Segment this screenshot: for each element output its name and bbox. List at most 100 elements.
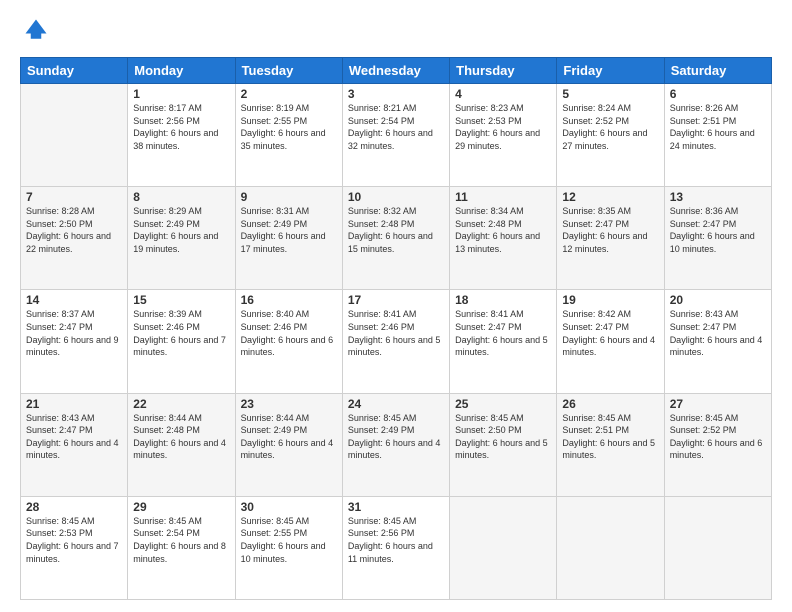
day-info: Sunrise: 8:45 AMSunset: 2:53 PMDaylight:… [26, 515, 122, 565]
calendar-week-3: 21Sunrise: 8:43 AMSunset: 2:47 PMDayligh… [21, 393, 772, 496]
calendar-cell: 25Sunrise: 8:45 AMSunset: 2:50 PMDayligh… [450, 393, 557, 496]
day-number: 4 [455, 87, 551, 101]
calendar-cell [664, 496, 771, 599]
day-number: 14 [26, 293, 122, 307]
header [20, 16, 772, 49]
calendar-cell: 30Sunrise: 8:45 AMSunset: 2:55 PMDayligh… [235, 496, 342, 599]
day-number: 24 [348, 397, 444, 411]
day-info: Sunrise: 8:32 AMSunset: 2:48 PMDaylight:… [348, 205, 444, 255]
col-header-friday: Friday [557, 58, 664, 84]
calendar-cell: 31Sunrise: 8:45 AMSunset: 2:56 PMDayligh… [342, 496, 449, 599]
day-number: 29 [133, 500, 229, 514]
day-number: 16 [241, 293, 337, 307]
day-number: 30 [241, 500, 337, 514]
day-info: Sunrise: 8:19 AMSunset: 2:55 PMDaylight:… [241, 102, 337, 152]
calendar-cell: 12Sunrise: 8:35 AMSunset: 2:47 PMDayligh… [557, 187, 664, 290]
day-number: 28 [26, 500, 122, 514]
col-header-wednesday: Wednesday [342, 58, 449, 84]
col-header-saturday: Saturday [664, 58, 771, 84]
calendar-cell: 28Sunrise: 8:45 AMSunset: 2:53 PMDayligh… [21, 496, 128, 599]
calendar-cell [450, 496, 557, 599]
calendar-cell: 19Sunrise: 8:42 AMSunset: 2:47 PMDayligh… [557, 290, 664, 393]
calendar-cell [21, 84, 128, 187]
calendar-week-0: 1Sunrise: 8:17 AMSunset: 2:56 PMDaylight… [21, 84, 772, 187]
day-info: Sunrise: 8:45 AMSunset: 2:54 PMDaylight:… [133, 515, 229, 565]
day-info: Sunrise: 8:45 AMSunset: 2:50 PMDaylight:… [455, 412, 551, 462]
day-number: 6 [670, 87, 766, 101]
calendar-cell: 29Sunrise: 8:45 AMSunset: 2:54 PMDayligh… [128, 496, 235, 599]
calendar-cell: 9Sunrise: 8:31 AMSunset: 2:49 PMDaylight… [235, 187, 342, 290]
day-info: Sunrise: 8:28 AMSunset: 2:50 PMDaylight:… [26, 205, 122, 255]
day-number: 5 [562, 87, 658, 101]
calendar-cell: 23Sunrise: 8:44 AMSunset: 2:49 PMDayligh… [235, 393, 342, 496]
day-number: 13 [670, 190, 766, 204]
page: SundayMondayTuesdayWednesdayThursdayFrid… [0, 0, 792, 612]
day-number: 15 [133, 293, 229, 307]
day-info: Sunrise: 8:42 AMSunset: 2:47 PMDaylight:… [562, 308, 658, 358]
calendar-cell: 8Sunrise: 8:29 AMSunset: 2:49 PMDaylight… [128, 187, 235, 290]
col-header-thursday: Thursday [450, 58, 557, 84]
day-info: Sunrise: 8:24 AMSunset: 2:52 PMDaylight:… [562, 102, 658, 152]
day-info: Sunrise: 8:29 AMSunset: 2:49 PMDaylight:… [133, 205, 229, 255]
calendar-cell: 10Sunrise: 8:32 AMSunset: 2:48 PMDayligh… [342, 187, 449, 290]
calendar-table: SundayMondayTuesdayWednesdayThursdayFrid… [20, 57, 772, 600]
calendar-cell: 6Sunrise: 8:26 AMSunset: 2:51 PMDaylight… [664, 84, 771, 187]
day-info: Sunrise: 8:36 AMSunset: 2:47 PMDaylight:… [670, 205, 766, 255]
day-info: Sunrise: 8:44 AMSunset: 2:49 PMDaylight:… [241, 412, 337, 462]
day-info: Sunrise: 8:45 AMSunset: 2:52 PMDaylight:… [670, 412, 766, 462]
day-info: Sunrise: 8:37 AMSunset: 2:47 PMDaylight:… [26, 308, 122, 358]
day-number: 25 [455, 397, 551, 411]
day-number: 19 [562, 293, 658, 307]
day-number: 26 [562, 397, 658, 411]
day-info: Sunrise: 8:31 AMSunset: 2:49 PMDaylight:… [241, 205, 337, 255]
day-info: Sunrise: 8:17 AMSunset: 2:56 PMDaylight:… [133, 102, 229, 152]
day-info: Sunrise: 8:45 AMSunset: 2:51 PMDaylight:… [562, 412, 658, 462]
calendar-cell: 27Sunrise: 8:45 AMSunset: 2:52 PMDayligh… [664, 393, 771, 496]
day-info: Sunrise: 8:45 AMSunset: 2:49 PMDaylight:… [348, 412, 444, 462]
calendar-cell: 5Sunrise: 8:24 AMSunset: 2:52 PMDaylight… [557, 84, 664, 187]
calendar-cell: 26Sunrise: 8:45 AMSunset: 2:51 PMDayligh… [557, 393, 664, 496]
calendar-cell: 13Sunrise: 8:36 AMSunset: 2:47 PMDayligh… [664, 187, 771, 290]
day-info: Sunrise: 8:34 AMSunset: 2:48 PMDaylight:… [455, 205, 551, 255]
day-number: 23 [241, 397, 337, 411]
calendar-cell: 20Sunrise: 8:43 AMSunset: 2:47 PMDayligh… [664, 290, 771, 393]
calendar-cell: 18Sunrise: 8:41 AMSunset: 2:47 PMDayligh… [450, 290, 557, 393]
day-number: 10 [348, 190, 444, 204]
day-number: 22 [133, 397, 229, 411]
calendar-week-2: 14Sunrise: 8:37 AMSunset: 2:47 PMDayligh… [21, 290, 772, 393]
calendar-cell: 21Sunrise: 8:43 AMSunset: 2:47 PMDayligh… [21, 393, 128, 496]
day-info: Sunrise: 8:45 AMSunset: 2:55 PMDaylight:… [241, 515, 337, 565]
day-info: Sunrise: 8:45 AMSunset: 2:56 PMDaylight:… [348, 515, 444, 565]
day-info: Sunrise: 8:23 AMSunset: 2:53 PMDaylight:… [455, 102, 551, 152]
day-info: Sunrise: 8:43 AMSunset: 2:47 PMDaylight:… [670, 308, 766, 358]
day-info: Sunrise: 8:41 AMSunset: 2:47 PMDaylight:… [455, 308, 551, 358]
day-number: 11 [455, 190, 551, 204]
calendar-cell: 17Sunrise: 8:41 AMSunset: 2:46 PMDayligh… [342, 290, 449, 393]
calendar-cell: 24Sunrise: 8:45 AMSunset: 2:49 PMDayligh… [342, 393, 449, 496]
day-info: Sunrise: 8:41 AMSunset: 2:46 PMDaylight:… [348, 308, 444, 358]
calendar-cell: 1Sunrise: 8:17 AMSunset: 2:56 PMDaylight… [128, 84, 235, 187]
calendar-week-4: 28Sunrise: 8:45 AMSunset: 2:53 PMDayligh… [21, 496, 772, 599]
day-number: 9 [241, 190, 337, 204]
col-header-sunday: Sunday [21, 58, 128, 84]
day-info: Sunrise: 8:35 AMSunset: 2:47 PMDaylight:… [562, 205, 658, 255]
day-number: 8 [133, 190, 229, 204]
calendar-header-row: SundayMondayTuesdayWednesdayThursdayFrid… [21, 58, 772, 84]
day-number: 3 [348, 87, 444, 101]
calendar-week-1: 7Sunrise: 8:28 AMSunset: 2:50 PMDaylight… [21, 187, 772, 290]
day-info: Sunrise: 8:44 AMSunset: 2:48 PMDaylight:… [133, 412, 229, 462]
calendar-cell: 11Sunrise: 8:34 AMSunset: 2:48 PMDayligh… [450, 187, 557, 290]
calendar-cell: 22Sunrise: 8:44 AMSunset: 2:48 PMDayligh… [128, 393, 235, 496]
day-number: 1 [133, 87, 229, 101]
day-number: 18 [455, 293, 551, 307]
logo [20, 16, 50, 49]
calendar-cell: 16Sunrise: 8:40 AMSunset: 2:46 PMDayligh… [235, 290, 342, 393]
calendar-cell: 3Sunrise: 8:21 AMSunset: 2:54 PMDaylight… [342, 84, 449, 187]
day-number: 2 [241, 87, 337, 101]
col-header-monday: Monday [128, 58, 235, 84]
calendar-cell: 15Sunrise: 8:39 AMSunset: 2:46 PMDayligh… [128, 290, 235, 393]
day-number: 20 [670, 293, 766, 307]
day-number: 7 [26, 190, 122, 204]
calendar-cell [557, 496, 664, 599]
day-number: 21 [26, 397, 122, 411]
